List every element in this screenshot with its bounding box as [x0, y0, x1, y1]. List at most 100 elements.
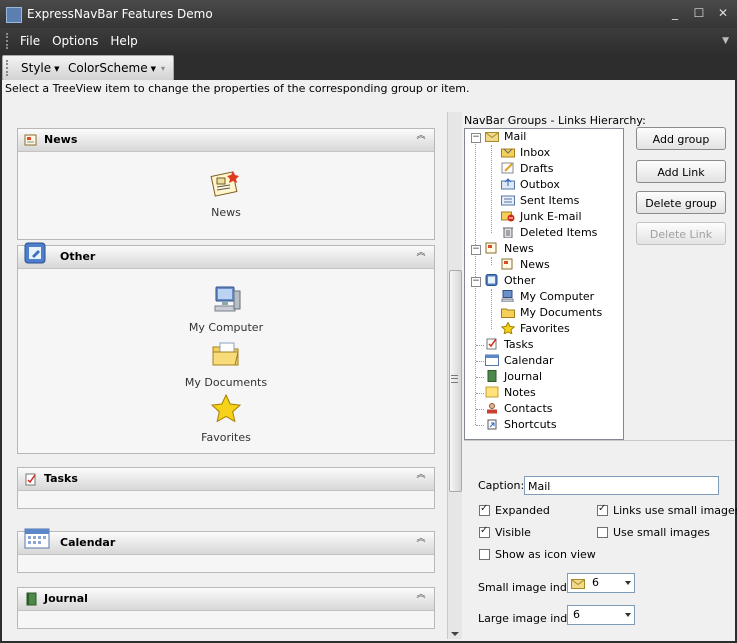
tree-line	[476, 393, 484, 394]
add-group-button[interactable]: Add group	[636, 127, 726, 150]
tree-node-my-documents[interactable]: My Documents	[501, 305, 602, 321]
title-bar: ExpressNavBar Features Demo _ ☐ ✕	[0, 0, 737, 28]
collapse-chevron-icon[interactable]: ︽	[416, 132, 426, 144]
menu-options[interactable]: Options	[52, 34, 98, 48]
tree-node-label: Junk E-mail	[520, 210, 582, 223]
tree-line	[476, 425, 484, 426]
inbox-icon	[501, 148, 515, 158]
tree-node-my-computer[interactable]: My Computer	[501, 289, 594, 305]
show-icon-view-checkbox[interactable]	[479, 549, 490, 560]
tree-collapse-toggle[interactable]: −	[471, 277, 481, 287]
caption-input[interactable]: Mail	[524, 476, 719, 495]
drafts-icon	[501, 162, 514, 174]
group-header-tasks[interactable]: Tasks ︽	[18, 468, 434, 491]
shortcuts-icon	[487, 419, 497, 430]
tree-node-label: Outbox	[520, 178, 560, 191]
colorscheme-dropdown-label: ColorScheme	[68, 61, 148, 75]
navbar-item-favorites[interactable]: Favorites	[18, 393, 434, 444]
visible-checkbox[interactable]	[479, 525, 490, 538]
group-title: News	[44, 133, 78, 146]
toolbar-grip-icon[interactable]	[6, 60, 11, 76]
tree-node-label: Shortcuts	[504, 418, 557, 431]
tree-line	[476, 377, 484, 378]
group-header-other[interactable]: Other ︽	[18, 242, 434, 269]
tree-line	[476, 345, 484, 346]
tree-node-news[interactable]: News	[485, 241, 534, 257]
show-icon-view-label: Show as icon view	[495, 548, 596, 561]
group-header-news[interactable]: News ︽	[18, 129, 434, 152]
close-button[interactable]: ✕	[715, 6, 731, 20]
menu-overflow-chevron-icon[interactable]: ▼	[722, 36, 729, 46]
navbar-item-label: Favorites	[201, 431, 251, 444]
group-header-calendar[interactable]: Calendar ︽	[18, 528, 434, 555]
collapse-chevron-icon[interactable]: ︽	[416, 535, 426, 547]
tree-node-sent-items[interactable]: Sent Items	[501, 193, 579, 209]
tree-node-label: Inbox	[520, 146, 551, 159]
use-small-images-checkbox[interactable]	[597, 527, 608, 538]
minimize-button[interactable]: _	[667, 6, 683, 20]
tree-node-label: Other	[504, 274, 536, 287]
style-dropdown[interactable]: Style ▼	[21, 61, 60, 75]
delete-link-button[interactable]: Delete Link	[636, 222, 726, 245]
tree-node-outbox[interactable]: Outbox	[501, 177, 560, 193]
outbox-icon	[501, 178, 515, 190]
scroll-down-arrow-icon[interactable]	[451, 632, 459, 636]
hint-text: Select a TreeView item to change the pro…	[2, 80, 735, 98]
navbar-item-news[interactable]: News	[18, 168, 434, 219]
group-title: Other	[60, 250, 96, 263]
news-icon	[210, 171, 239, 197]
tree-collapse-toggle[interactable]: −	[471, 245, 481, 255]
links-hierarchy-tree[interactable]: − Mail Inbox Drafts Outbox Sent Items Ju…	[464, 128, 624, 440]
tree-node-calendar[interactable]: Calendar	[485, 353, 553, 369]
tree-node-label: Contacts	[504, 402, 553, 415]
menu-grip-icon[interactable]	[6, 33, 11, 49]
tree-node-inbox[interactable]: Inbox	[501, 145, 550, 161]
expanded-checkbox[interactable]	[479, 503, 490, 516]
tree-node-favorites[interactable]: Favorites	[501, 321, 570, 337]
tree-node-tasks[interactable]: Tasks	[485, 337, 533, 353]
navbar-scrollbar[interactable]	[447, 112, 462, 639]
news-icon	[24, 134, 37, 146]
menu-file[interactable]: File	[20, 34, 40, 48]
app-icon	[6, 7, 22, 23]
my-computer-icon	[501, 290, 514, 302]
tree-node-other[interactable]: Other	[485, 273, 535, 289]
tree-node-notes[interactable]: Notes	[485, 385, 536, 401]
maximize-button[interactable]: ☐	[691, 6, 707, 20]
collapse-chevron-icon[interactable]: ︽	[416, 471, 426, 483]
tree-node-label: News	[520, 258, 550, 271]
tree-node-news-link[interactable]: News	[501, 257, 550, 273]
group-header-journal[interactable]: Journal ︽	[18, 588, 434, 611]
tree-collapse-toggle[interactable]: −	[471, 133, 481, 143]
navbar-group-tasks: Tasks ︽	[17, 467, 435, 509]
links-small-images-checkbox[interactable]	[597, 503, 608, 516]
window-title: ExpressNavBar Features Demo	[27, 7, 213, 21]
tree-node-journal[interactable]: Journal	[485, 369, 542, 385]
group-body	[18, 491, 434, 508]
menu-help[interactable]: Help	[110, 34, 137, 48]
large-image-index-select[interactable]: 6	[567, 605, 635, 625]
tree-node-contacts[interactable]: Contacts	[485, 401, 553, 417]
style-toolbar: Style ▼ ColorScheme ▼ ▾	[2, 55, 174, 81]
collapse-chevron-icon[interactable]: ︽	[416, 591, 426, 603]
tree-node-mail[interactable]: Mail	[485, 129, 526, 145]
delete-group-button[interactable]: Delete group	[636, 191, 726, 214]
navbar-group-journal: Journal ︽	[17, 587, 435, 629]
chevron-down-icon	[625, 613, 631, 617]
notes-icon	[485, 386, 499, 398]
tree-node-shortcuts[interactable]: Shortcuts	[485, 417, 557, 433]
add-link-button[interactable]: Add Link	[636, 160, 726, 183]
collapse-chevron-icon[interactable]: ︽	[416, 249, 426, 261]
mail-icon	[571, 579, 585, 589]
toolbar-overflow-icon[interactable]: ▾	[161, 64, 165, 73]
tree-node-label: My Documents	[520, 306, 603, 319]
tree-node-drafts[interactable]: Drafts	[501, 161, 553, 177]
navbar-item-my-computer[interactable]: My Computer	[18, 283, 434, 334]
tree-node-junk-email[interactable]: Junk E-mail	[501, 209, 582, 225]
sent-items-icon	[501, 195, 515, 206]
small-image-index-select[interactable]: 6	[567, 573, 635, 593]
colorscheme-dropdown[interactable]: ColorScheme ▼	[68, 61, 156, 75]
tree-node-deleted-items[interactable]: Deleted Items	[501, 225, 597, 241]
navbar-item-my-documents[interactable]: My Documents	[18, 338, 434, 389]
tree-node-label: Drafts	[520, 162, 554, 175]
